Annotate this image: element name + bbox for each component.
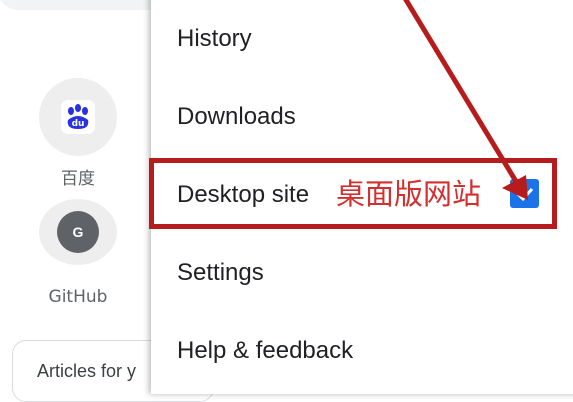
annotation-arrow-icon	[403, 0, 528, 200]
